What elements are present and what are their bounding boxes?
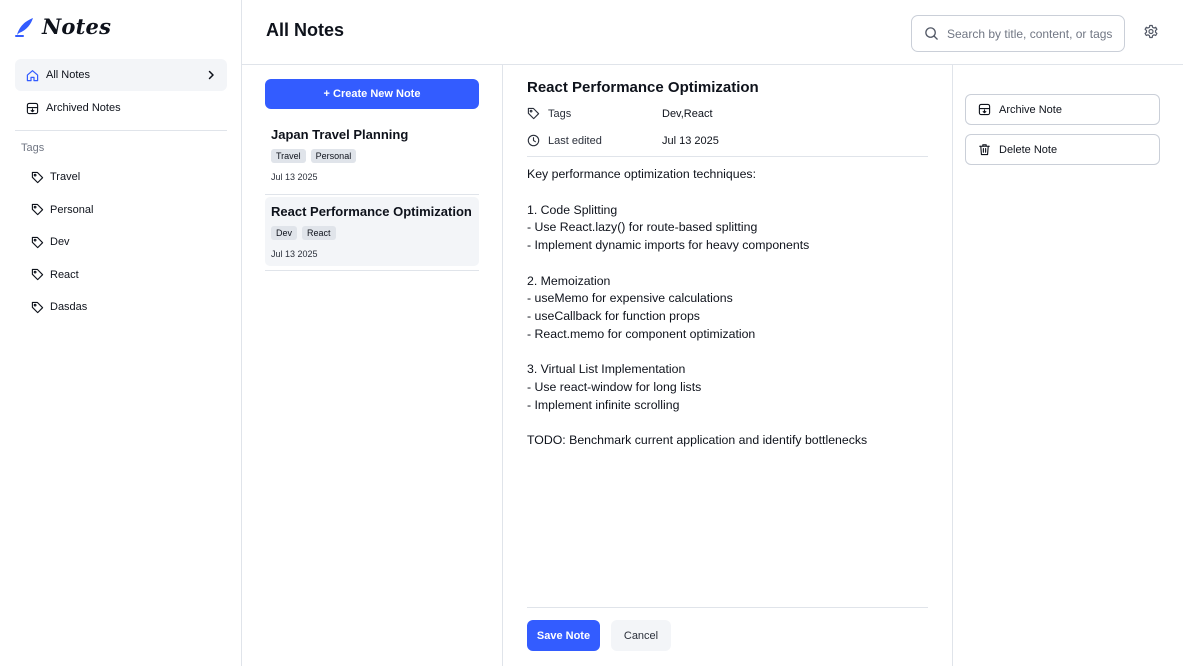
editor-divider: [527, 156, 928, 157]
archive-note-label: Archive Note: [999, 103, 1062, 116]
sidebar-item-label: Archived Notes: [46, 102, 121, 114]
sidebar-nav: All Notes Archived Notes: [15, 59, 227, 125]
page-title: All Notes: [266, 20, 345, 40]
last-edited-meta-row: Last edited Jul 13 2025: [527, 134, 719, 148]
note-tags: Dev React: [271, 226, 473, 240]
tag-icon: [31, 203, 45, 217]
tag-label: Personal: [50, 203, 94, 216]
sidebar-tag-personal[interactable]: Personal: [22, 194, 222, 227]
last-edited-label: Last edited: [548, 135, 602, 147]
editor-title[interactable]: React Performance Optimization: [527, 79, 759, 96]
trash-icon: [978, 143, 992, 157]
top-header: All Notes: [242, 0, 1183, 65]
tags-meta-row: Tags Dev,React: [527, 107, 713, 121]
note-title: React Performance Optimization: [271, 204, 472, 219]
chevron-right-icon: [205, 69, 217, 81]
cancel-button[interactable]: Cancel: [611, 620, 671, 651]
tag-chip: Personal: [310, 149, 357, 163]
archive-note-button[interactable]: Archive Note: [965, 94, 1160, 125]
save-note-button[interactable]: Save Note: [527, 620, 600, 651]
note-body-textarea[interactable]: Key performance optimization techniques:…: [527, 166, 927, 450]
tag-chip: Dev: [271, 226, 298, 240]
sidebar-divider: [15, 130, 227, 131]
create-new-note-button[interactable]: + Create New Note: [265, 79, 479, 109]
tag-list: Travel Personal Dev React Dasdas: [22, 161, 222, 324]
sidebar-item-label: All Notes: [46, 69, 91, 81]
archive-icon: [978, 103, 992, 117]
tag-label: Travel: [50, 171, 81, 184]
last-edited-value: Jul 13 2025: [662, 135, 719, 147]
tags-heading: Tags: [21, 142, 45, 154]
sidebar-tag-dev[interactable]: Dev: [22, 226, 222, 259]
search-input[interactable]: [947, 26, 1112, 41]
search-box[interactable]: [911, 15, 1125, 52]
feather-logo-icon: [14, 16, 36, 38]
sidebar-tag-dasdas[interactable]: Dasdas: [22, 291, 222, 324]
note-card-japan-travel[interactable]: Japan Travel Planning Travel Personal Ju…: [265, 120, 479, 189]
tags-label: Tags: [548, 108, 572, 120]
note-card-react-performance[interactable]: React Performance Optimization Dev React…: [265, 197, 479, 266]
sidebar-tag-react[interactable]: React: [22, 259, 222, 292]
tags-value[interactable]: Dev,React: [662, 108, 713, 120]
settings-gear-icon[interactable]: [1143, 24, 1159, 40]
tag-label: Dasdas: [50, 301, 88, 314]
delete-note-button[interactable]: Delete Note: [965, 134, 1160, 165]
delete-note-label: Delete Note: [999, 143, 1058, 156]
sidebar-item-all-notes[interactable]: All Notes: [15, 59, 227, 91]
notes-list-panel: + Create New Note Japan Travel Planning …: [242, 65, 503, 666]
tag-label: Dev: [50, 236, 70, 249]
editor-footer-divider: [527, 607, 928, 608]
tag-label: React: [50, 268, 79, 281]
tag-icon: [31, 268, 45, 282]
search-icon: [924, 26, 939, 41]
sidebar: Notes All Notes Archived Notes Tags Trav…: [0, 0, 242, 666]
archive-icon: [25, 101, 39, 115]
note-editor: React Performance Optimization Tags Dev,…: [503, 65, 953, 666]
note-date: Jul 13 2025: [271, 172, 318, 182]
tag-icon: [31, 170, 45, 184]
sidebar-item-archived-notes[interactable]: Archived Notes: [15, 92, 227, 124]
tag-icon: [527, 107, 541, 121]
tag-icon: [31, 300, 45, 314]
tag-chip: React: [302, 226, 336, 240]
list-divider: [265, 270, 479, 271]
logo-text: Notes: [42, 14, 112, 39]
note-actions-panel: Archive Note Delete Note: [953, 65, 1183, 666]
sidebar-tag-travel[interactable]: Travel: [22, 161, 222, 194]
clock-icon: [527, 134, 541, 148]
note-title: Japan Travel Planning: [271, 127, 409, 142]
app-logo[interactable]: Notes: [14, 14, 111, 39]
note-date: Jul 13 2025: [271, 249, 318, 259]
tag-icon: [31, 235, 45, 249]
note-tags: Travel Personal: [271, 149, 473, 163]
tag-chip: Travel: [271, 149, 306, 163]
list-divider: [265, 194, 479, 195]
home-icon: [25, 68, 39, 82]
